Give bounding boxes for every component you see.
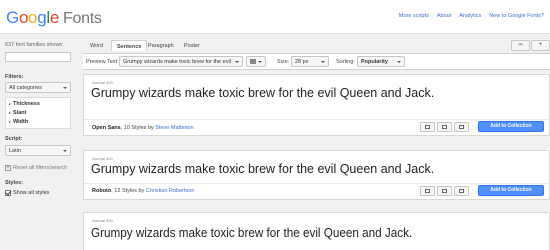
triangle-right-icon [9, 102, 11, 105]
triangle-right-icon [9, 111, 11, 114]
chevron-down-icon [63, 150, 67, 152]
filter-slant[interactable]: Slant [9, 110, 26, 116]
filter-width[interactable]: Width [9, 119, 28, 125]
filter-thickness[interactable]: Thickness [9, 101, 40, 107]
pop-out-icon[interactable] [437, 122, 452, 132]
font-family-name[interactable]: Roboto [92, 188, 111, 194]
pop-out-icon[interactable] [437, 186, 452, 196]
font-author-link[interactable]: Christian Robertson [146, 188, 195, 194]
link-about[interactable]: About [437, 13, 451, 19]
tab-poster[interactable]: Poster [179, 40, 205, 51]
quick-use-icon[interactable] [420, 122, 435, 132]
font-weight-label: Normal 400 [92, 218, 113, 223]
font-sample-text: Grumpy wizards make toxic brew for the e… [91, 86, 435, 100]
preview-controls: Preview Text: Grumpy wizards make toxic … [83, 53, 550, 70]
link-analytics[interactable]: Analytics [459, 13, 481, 19]
text-size-icon [250, 59, 256, 64]
font-meta: Open Sans, 10 Styles by Steve Matteson [92, 125, 194, 131]
triangle-right-icon [9, 120, 11, 123]
sorting-select[interactable]: Popularity [357, 56, 405, 67]
chevron-down-icon [321, 61, 325, 63]
chevron-down-icon [397, 61, 401, 63]
filters-label: Filters: [5, 74, 24, 80]
styles-label: Styles: [5, 180, 24, 186]
tab-paragraph[interactable]: Paragraph [143, 40, 179, 51]
size-select[interactable]: 28 px [291, 56, 329, 67]
chevron-down-icon [63, 87, 67, 89]
font-card-oswald: Normal 400 Grumpy wizards make toxic bre… [83, 212, 550, 250]
card-divider [84, 183, 549, 184]
quick-use-icon[interactable] [420, 186, 435, 196]
link-new-to-google-fonts[interactable]: New to Google Fonts? [489, 13, 544, 19]
show-all-styles-checkbox[interactable]: Show all styles [5, 190, 49, 196]
sidebar: 637 font families shown Filters: All cat… [0, 35, 76, 250]
font-sample-text: Grumpy wizards make toxic brew for the e… [91, 162, 435, 176]
font-sample-text: Grumpy wizards make toxic brew for the e… [91, 225, 413, 240]
preview-text-select[interactable]: Grumpy wizards make toxic brew for the e… [119, 56, 243, 67]
reset-filters[interactable]: × Reset all filters/search [5, 165, 67, 171]
search-input[interactable] [5, 52, 71, 62]
bookmark-icon[interactable] [454, 122, 469, 132]
font-weight-label: Normal 400 [92, 80, 113, 85]
link-icon[interactable]: ∞ [511, 40, 530, 51]
script-select[interactable]: Latin [5, 145, 71, 156]
font-card-roboto: Normal 400 Grumpy wizards make toxic bre… [83, 150, 550, 200]
font-card-open-sans: Normal 400 Grumpy wizards make toxic bre… [83, 74, 550, 136]
view-tabs: Word Sentence Paragraph Poster ∞ + [83, 40, 550, 52]
close-icon: × [5, 165, 11, 171]
link-more-scripts[interactable]: More scripts [399, 13, 429, 19]
size-label: Size: [277, 59, 290, 65]
chevron-down-icon [235, 61, 239, 63]
top-header: Google Fonts More scripts About Analytics… [0, 0, 550, 34]
top-links: More scripts About Analytics New to Goog… [399, 13, 544, 19]
preview-size-icon-select[interactable] [246, 56, 266, 67]
add-to-collection-button[interactable]: Add to Collection [478, 185, 544, 196]
font-author-link[interactable]: Steve Matteson [155, 125, 193, 131]
filter-box: Thickness Slant Width [5, 97, 71, 129]
preview-text-label: Preview Text: [86, 59, 119, 65]
bookmark-icon[interactable] [454, 186, 469, 196]
checkbox-checked-icon [5, 190, 11, 196]
tab-word[interactable]: Word [85, 40, 108, 51]
font-weight-label: Normal 400 [92, 156, 113, 161]
card-divider [84, 119, 549, 120]
family-count: 637 font families shown [5, 42, 63, 48]
font-meta: Roboto, 12 Styles by Christian Robertson [92, 188, 195, 194]
tab-sentence[interactable]: Sentence [111, 40, 148, 51]
font-family-name[interactable]: Open Sans [92, 125, 121, 131]
sorting-label: Sorting: [336, 59, 355, 65]
script-label: Script: [5, 136, 23, 142]
google-fonts-logo[interactable]: Google Fonts [6, 8, 102, 28]
add-to-collection-button[interactable]: Add to Collection [478, 121, 544, 132]
category-select[interactable]: All categories [5, 82, 71, 93]
chevron-down-icon [258, 61, 262, 63]
plus-icon[interactable]: + [531, 40, 550, 51]
